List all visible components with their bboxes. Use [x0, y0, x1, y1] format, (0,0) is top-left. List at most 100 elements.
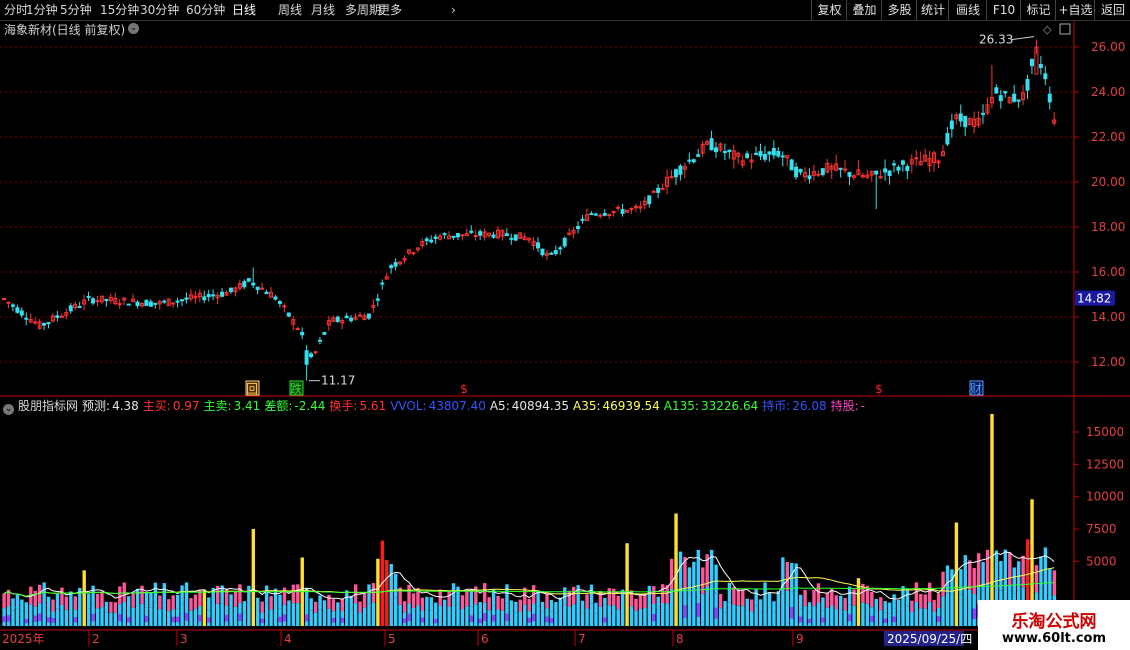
period-tab-10[interactable]: 更多: [378, 2, 402, 18]
period-tab-4[interactable]: 30分钟: [140, 2, 179, 18]
volume-bar: [607, 588, 611, 626]
price-grid: [0, 21, 1130, 631]
volume-bar: [785, 562, 789, 626]
volume-bar: [224, 588, 229, 626]
period-tab-3[interactable]: 15分钟: [100, 2, 139, 18]
candle: [500, 229, 505, 241]
volume-bar: [798, 594, 803, 626]
toolbar-button-0[interactable]: 复权: [811, 0, 847, 20]
toolbar-button-4[interactable]: 画线: [948, 0, 987, 20]
event-marker-0[interactable]: 回: [245, 380, 260, 396]
volume-bar: [576, 585, 580, 626]
volume-bar: [523, 587, 527, 626]
volume-bar: [135, 588, 140, 626]
toolbar-button-1[interactable]: 叠加: [846, 0, 882, 20]
volume-bar: [367, 584, 371, 626]
candle: [972, 111, 977, 134]
candle: [989, 65, 994, 109]
volume-bar: [509, 600, 514, 626]
candle: [718, 142, 723, 152]
volume-bar: [296, 584, 300, 626]
volume-bar: [82, 570, 86, 626]
period-tab-0[interactable]: 分时: [4, 2, 28, 18]
indicator-label: A35:: [573, 399, 601, 413]
toolbar-button-5[interactable]: F10: [986, 0, 1021, 20]
volume-bar: [705, 554, 709, 626]
volume-bar: [425, 596, 429, 626]
candle: [1043, 66, 1048, 86]
volume-bar: [612, 588, 616, 626]
candle: [313, 351, 318, 355]
chevron-down-icon[interactable]: ⌄: [128, 23, 139, 34]
volume-bar: [184, 582, 189, 626]
candle: [344, 312, 349, 319]
volume-bar: [2, 593, 6, 626]
toolbar-button-7[interactable]: +自选: [1055, 0, 1095, 20]
indicator-value: 40894.35: [511, 399, 569, 413]
volume-bar: [300, 557, 304, 626]
candle: [669, 169, 674, 179]
candle: [691, 158, 696, 164]
period-tab-1[interactable]: 1分钟: [26, 2, 58, 18]
volume-bar: [104, 601, 109, 626]
volume-bar: [207, 597, 211, 626]
candle: [616, 204, 621, 212]
volume-bar: [442, 599, 447, 626]
period-tab-7[interactable]: 周线: [278, 2, 302, 18]
chevron-down-icon[interactable]: ⌄: [3, 404, 14, 415]
period-tab-6[interactable]: 日线: [232, 2, 256, 18]
volume-bar: [349, 595, 353, 626]
volume-bar: [807, 602, 812, 626]
candle: [366, 313, 371, 321]
volume-bar: [585, 594, 589, 626]
candle: [228, 287, 233, 295]
volume-bar: [469, 590, 474, 626]
candle: [487, 232, 492, 239]
date-label: 5: [388, 632, 396, 646]
candle: [794, 162, 799, 180]
volume-bar: [189, 598, 193, 626]
period-tab-5[interactable]: 60分钟: [186, 2, 225, 18]
candle: [785, 155, 790, 167]
event-marker-2[interactable]: $: [460, 382, 468, 396]
toolbar-button-8[interactable]: 返回: [1094, 0, 1130, 20]
event-marker-4[interactable]: 财: [969, 380, 984, 396]
candle: [469, 225, 474, 234]
indicator-value: 46939.54: [602, 399, 660, 413]
toolbar-button-6[interactable]: 标记: [1020, 0, 1056, 20]
event-marker-1[interactable]: 跌: [289, 380, 304, 396]
period-tab-9[interactable]: 多周期: [345, 2, 381, 18]
candle: [749, 153, 754, 170]
indicator-item-10: 持股: -: [831, 399, 865, 413]
volume-bar: [674, 513, 678, 626]
candle: [807, 168, 812, 184]
candle: [758, 143, 763, 161]
event-marker-3[interactable]: $: [875, 382, 883, 396]
toolbar-button-2[interactable]: 多股: [881, 0, 917, 20]
candle: [647, 195, 652, 208]
volume-axis: 15000 12500 10000 7500 5000: [1074, 425, 1124, 568]
chevron-right-icon[interactable]: ›: [451, 2, 456, 18]
toolbar-button-3[interactable]: 统计: [916, 0, 949, 20]
volume-bar: [821, 597, 825, 626]
period-tab-2[interactable]: 5分钟: [60, 2, 92, 18]
candle: [1007, 96, 1012, 104]
candle: [398, 261, 403, 266]
volume-bar: [914, 582, 919, 626]
volume-bar: [29, 586, 33, 626]
candle: [42, 322, 47, 331]
candle: [638, 200, 643, 213]
volume-bar: [932, 599, 936, 626]
candle: [91, 296, 95, 306]
volume-bar: [242, 601, 247, 626]
period-tab-8[interactable]: 月线: [311, 2, 335, 18]
volume-bar: [723, 601, 727, 626]
candle: [856, 160, 861, 176]
candle: [331, 315, 336, 322]
volume-bar: [193, 594, 198, 626]
kline-chart[interactable]: 26.00 24.00 22.00 20.00 18.00 16.00 14.00 12.00…: [0, 0, 1130, 650]
price-tick: 18.00: [1091, 220, 1125, 234]
indicator-item-5: VVOL: 43807.40: [390, 399, 486, 413]
candle: [954, 112, 959, 125]
indicator-value: -2.44: [294, 399, 326, 413]
